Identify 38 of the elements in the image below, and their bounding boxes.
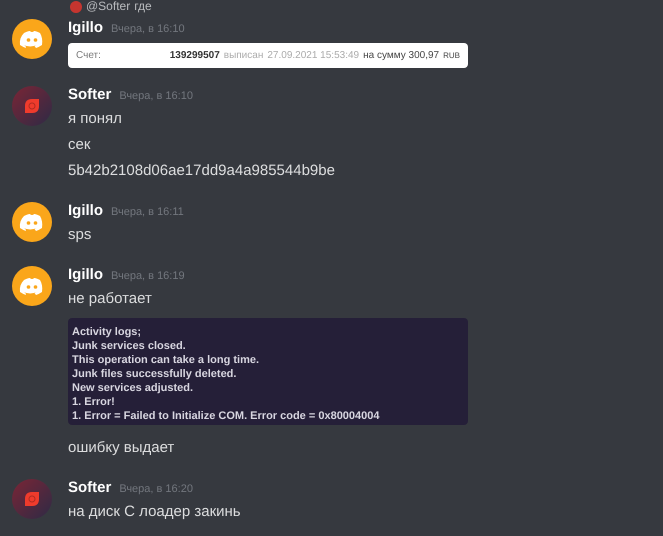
author-name[interactable]: Igillo bbox=[68, 200, 103, 222]
avatar-icon bbox=[12, 19, 52, 59]
author-name[interactable]: Igillo bbox=[68, 17, 103, 40]
message-text: на диск С лоадер закинь bbox=[68, 502, 241, 522]
avatar-icon bbox=[12, 86, 52, 126]
log-line: 1. Error! bbox=[72, 395, 116, 409]
avatar-icon bbox=[12, 479, 52, 519]
message-text: 5b42b2108d06ae17dd9a4a985544b9be bbox=[68, 161, 335, 181]
message-time: Вчера, в 16:11 bbox=[111, 205, 184, 220]
author-name[interactable]: Igillo bbox=[68, 264, 103, 286]
message-time: Вчера, в 16:10 bbox=[111, 22, 185, 37]
log-line: New services adjusted. bbox=[72, 381, 194, 395]
message-text: не работает bbox=[68, 289, 153, 309]
message-text: sps bbox=[68, 225, 92, 245]
reply-text: где bbox=[134, 0, 152, 13]
avatar-icon bbox=[12, 266, 52, 306]
message-text: сек bbox=[68, 135, 92, 155]
message-time: Вчера, в 16:19 bbox=[111, 269, 185, 284]
invoice-label: Счет: bbox=[76, 49, 101, 63]
author-name[interactable]: Softer bbox=[68, 477, 112, 500]
log-line: This operation can take a long time. bbox=[72, 353, 260, 367]
log-line: Junk files successfully deleted. bbox=[72, 367, 238, 381]
message-text: ошибку выдает bbox=[68, 438, 176, 458]
log-line: 1. Error = Failed to Initialize COM. Error code = 0x80004004 bbox=[72, 409, 381, 423]
reply-author[interactable]: @Softer bbox=[86, 0, 130, 13]
message-text: я понял bbox=[68, 109, 123, 129]
message-time: Вчера, в 16:20 bbox=[119, 482, 193, 497]
reply-avatar-icon bbox=[70, 0, 82, 12]
message-time: Вчера, в 16:10 bbox=[119, 89, 193, 104]
log-line: Activity logs; bbox=[72, 325, 142, 339]
invoice-currency: RUB bbox=[443, 50, 460, 62]
log-line: Junk services closed. bbox=[72, 339, 187, 353]
avatar-icon bbox=[12, 202, 52, 242]
invoice-number: 139299507 bbox=[170, 49, 220, 63]
author-name[interactable]: Softer bbox=[68, 84, 112, 106]
invoice-date: 27.09.2021 15:53:49 bbox=[267, 49, 360, 63]
invoice-sum: на сумму 300,97 bbox=[363, 49, 440, 63]
invoice-issued: выписан bbox=[224, 49, 264, 63]
